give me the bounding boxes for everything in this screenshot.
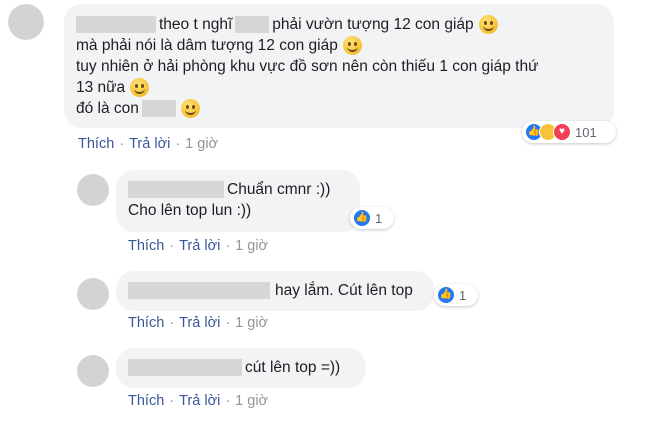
reaction-count: 1 — [375, 210, 383, 226]
separator: · — [119, 136, 125, 152]
comment-line: Cho lên top lun :)) — [128, 200, 348, 221]
comment-line: đó là con — [76, 98, 602, 119]
timestamp[interactable]: 1 giờ — [185, 136, 218, 152]
avatar[interactable] — [8, 4, 44, 40]
smiley-emoji-icon — [180, 99, 200, 118]
comment-bubble: Chuẩn cmnr :)) Cho lên top lun :)) — [116, 170, 360, 232]
redacted-text — [141, 100, 176, 117]
reaction-summary[interactable]: 👍 ♥ 101 — [522, 121, 616, 143]
reaction-count: 1 — [459, 287, 467, 303]
comment-text: Chuẩn cmnr :)) — [227, 181, 331, 198]
smiley-emoji-icon — [342, 36, 362, 55]
separator: · — [225, 393, 231, 409]
timestamp[interactable]: 1 giờ — [235, 393, 268, 409]
like-link[interactable]: Thích — [128, 315, 164, 331]
separator: · — [169, 393, 175, 409]
comment-text: theo t nghĩ — [159, 16, 233, 33]
redacted-name — [128, 282, 270, 299]
comment-text: hay lắm. Cút lên top — [275, 282, 413, 299]
comment-bubble: hay lắm. Cút lên top — [116, 271, 434, 311]
reaction-count: 101 — [575, 124, 597, 140]
smiley-emoji-icon — [478, 15, 498, 34]
separator: · — [225, 238, 231, 254]
love-reaction-icon: ♥ — [553, 123, 571, 141]
redacted-name — [128, 359, 242, 376]
comment-text: 13 nữa — [76, 79, 126, 96]
comment-text: mà phải nói là dâm tượng 12 con giáp — [76, 37, 338, 54]
timestamp[interactable]: 1 giờ — [235, 238, 268, 254]
comment-line: tuy nhiên ở hải phòng khu vực đồ sơn nên… — [76, 56, 602, 77]
reaction-summary[interactable]: 👍 1 — [350, 207, 394, 229]
comment-text: cút lên top =)) — [245, 359, 341, 376]
redacted-name — [128, 181, 224, 198]
comment-line: hay lắm. Cút lên top — [128, 280, 422, 301]
redacted-text — [235, 16, 270, 33]
separator: · — [175, 136, 181, 152]
reply-link[interactable]: Trả lời — [179, 393, 220, 409]
comment-text: tuy nhiên ở hải phòng khu vực đồ sơn nên… — [76, 58, 539, 75]
like-link[interactable]: Thích — [128, 393, 164, 409]
comment-line: mà phải nói là dâm tượng 12 con giáp — [76, 35, 602, 56]
separator: · — [169, 315, 175, 331]
comment-line: theo t nghĩ phải vườn tượng 12 con giáp — [76, 14, 602, 35]
reaction-summary[interactable]: 👍 1 — [434, 284, 478, 306]
comment-bubble: theo t nghĩ phải vườn tượng 12 con giáp … — [64, 4, 614, 128]
like-reaction-icon: 👍 — [437, 286, 455, 304]
avatar[interactable] — [77, 278, 109, 310]
smiley-emoji-icon — [130, 78, 150, 97]
like-link[interactable]: Thích — [78, 136, 114, 152]
comment-text: đó là con — [76, 100, 139, 117]
comment-line: Chuẩn cmnr :)) — [128, 179, 348, 200]
reply-link[interactable]: Trả lời — [179, 238, 220, 254]
reply-link[interactable]: Trả lời — [179, 315, 220, 331]
separator: · — [169, 238, 175, 254]
redacted-name — [76, 16, 156, 33]
comment-actions: Thích · Trả lời · 1 giờ — [128, 393, 268, 409]
reply-link[interactable]: Trả lời — [129, 136, 170, 152]
avatar[interactable] — [77, 355, 109, 387]
comment-text: Cho lên top lun :)) — [128, 202, 252, 219]
comment-line: 13 nữa — [76, 77, 602, 98]
avatar[interactable] — [77, 174, 109, 206]
comment-line: cút lên top =)) — [128, 357, 354, 378]
like-reaction-icon: 👍 — [353, 209, 371, 227]
comment-text: phải vườn tượng 12 con giáp — [272, 16, 474, 33]
comment-actions: Thích · Trả lời · 1 giờ — [128, 238, 268, 254]
separator: · — [225, 315, 231, 331]
comment-actions: Thích · Trả lời · 1 giờ — [128, 315, 268, 331]
timestamp[interactable]: 1 giờ — [235, 315, 268, 331]
comment-bubble: cút lên top =)) — [116, 348, 366, 388]
comment-actions: Thích · Trả lời · 1 giờ — [78, 136, 218, 152]
like-link[interactable]: Thích — [128, 238, 164, 254]
